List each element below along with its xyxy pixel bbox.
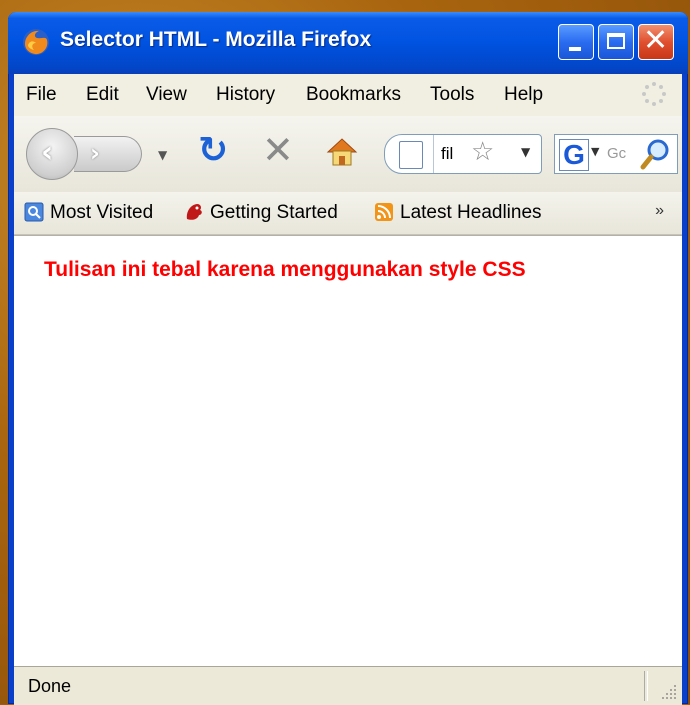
bookmark-latest-headlines[interactable]: Latest Headlines (374, 202, 542, 224)
bookmark-label: Most Visited (50, 202, 154, 223)
maximize-icon (607, 33, 625, 49)
back-forward-group: › ‹ ▼ (26, 128, 176, 180)
page-icon (399, 141, 423, 169)
url-dropdown-icon[interactable]: ▼ (521, 145, 530, 159)
bookmark-label: Getting Started (210, 202, 338, 223)
bookmarks-toolbar: Most Visited Getting Started Latest Head… (14, 192, 682, 235)
history-dropdown-icon[interactable]: ▼ (158, 148, 167, 162)
status-separator (644, 671, 648, 701)
menu-view[interactable]: View (146, 84, 187, 106)
bookmark-label: Latest Headlines (400, 202, 542, 223)
bookmark-getting-started[interactable]: Getting Started (184, 202, 338, 224)
forward-arrow-icon: › (90, 139, 100, 167)
search-bar[interactable]: G ▼ Gc (554, 134, 678, 174)
stop-icon[interactable]: ✕ (262, 128, 294, 172)
page-text: Tulisan ini tebal karena menggunakan sty… (44, 258, 526, 281)
most-visited-icon (24, 202, 44, 222)
back-arrow-icon: ‹ (41, 135, 54, 170)
page-content: Tulisan ini tebal karena menggunakan sty… (14, 235, 682, 666)
chevron-more-icon[interactable]: » (655, 202, 664, 220)
title-bar[interactable]: Selector HTML - Mozilla Firefox ✕ (8, 12, 688, 74)
throbber-icon (642, 82, 666, 106)
menu-bar: File Edit View History Bookmarks Tools H… (14, 74, 682, 116)
window-title: Selector HTML - Mozilla Firefox (60, 28, 372, 51)
maximize-button[interactable] (598, 24, 634, 60)
search-engine-dropdown-icon[interactable]: ▼ (591, 145, 599, 158)
search-icon[interactable] (639, 137, 673, 171)
browser-window: Selector HTML - Mozilla Firefox ✕ File E… (8, 12, 688, 705)
menu-bookmarks[interactable]: Bookmarks (306, 84, 401, 106)
back-button[interactable]: ‹ (26, 128, 78, 180)
status-text: Done (28, 676, 72, 696)
resize-grip-icon[interactable] (658, 681, 678, 701)
menu-edit[interactable]: Edit (86, 84, 119, 106)
forward-button[interactable]: › (74, 136, 142, 172)
rss-feed-icon (375, 203, 393, 221)
bookmark-most-visited[interactable]: Most Visited (24, 202, 153, 224)
status-bar: Done (14, 666, 682, 705)
url-divider (433, 135, 434, 173)
url-bar[interactable]: fil ☆ ▼ (384, 134, 542, 174)
menu-file[interactable]: File (26, 84, 57, 106)
close-button[interactable]: ✕ (638, 23, 674, 60)
minimize-icon (569, 47, 581, 51)
url-text[interactable]: fil (441, 144, 453, 164)
bookmark-star-icon[interactable]: ☆ (471, 137, 494, 167)
menu-tools[interactable]: Tools (430, 84, 474, 106)
menu-history[interactable]: History (216, 84, 275, 106)
reload-icon[interactable]: ↻ (198, 130, 228, 171)
firefox-icon (23, 29, 49, 55)
browser-client: File Edit View History Bookmarks Tools H… (14, 74, 682, 705)
home-icon[interactable] (324, 134, 360, 170)
getting-started-icon (186, 204, 202, 220)
close-icon: ✕ (643, 23, 669, 58)
navigation-toolbar: › ‹ ▼ ↻ ✕ fil ☆ ▼ G ▼ Gc (14, 116, 682, 192)
menu-help[interactable]: Help (504, 84, 543, 106)
minimize-button[interactable] (558, 24, 594, 60)
search-input[interactable]: Gc (607, 145, 626, 162)
google-icon[interactable]: G (559, 139, 589, 171)
